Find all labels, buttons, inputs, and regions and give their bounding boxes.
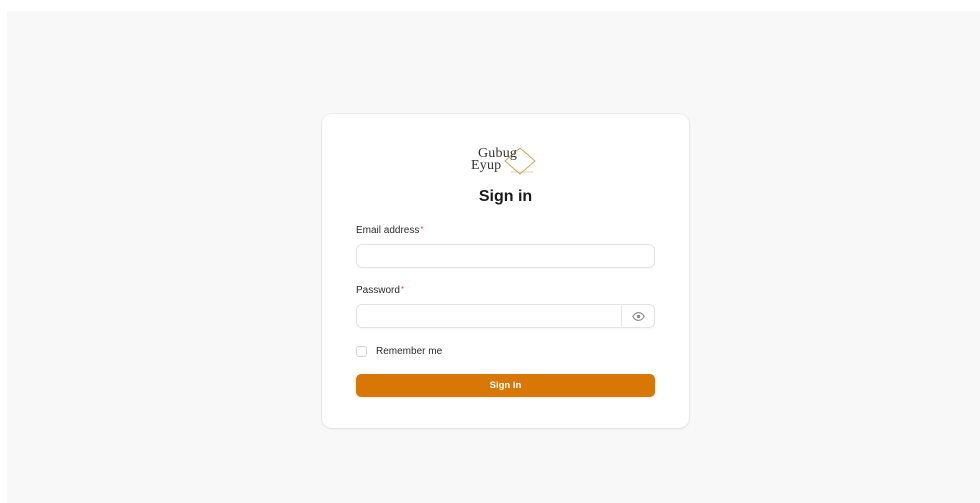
password-input[interactable] xyxy=(357,305,623,327)
email-label-text: Email address xyxy=(356,225,420,236)
sign-in-button[interactable]: Sign in xyxy=(356,374,655,397)
email-label: Email address* xyxy=(356,225,423,236)
sign-in-card: Gubug Eyup Sign in Email address* Passwo… xyxy=(322,114,689,428)
logo-text-line2: Eyup xyxy=(471,158,502,173)
password-label: Password* xyxy=(356,285,404,296)
email-required-mark: * xyxy=(420,225,424,234)
remember-me-row: Remember me xyxy=(356,345,442,357)
password-field xyxy=(356,304,655,328)
page-background: Gubug Eyup Sign in Email address* Passwo… xyxy=(7,11,980,503)
remember-me-checkbox[interactable] xyxy=(356,345,367,357)
page-title: Sign in xyxy=(478,188,533,205)
password-label-text: Password xyxy=(356,285,400,296)
email-input[interactable] xyxy=(356,244,655,268)
eye-icon xyxy=(631,311,645,321)
brand-logo: Gubug Eyup xyxy=(471,144,541,178)
password-required-mark: * xyxy=(400,285,405,294)
show-password-button[interactable] xyxy=(621,305,654,327)
remember-me-label[interactable]: Remember me xyxy=(376,346,442,357)
